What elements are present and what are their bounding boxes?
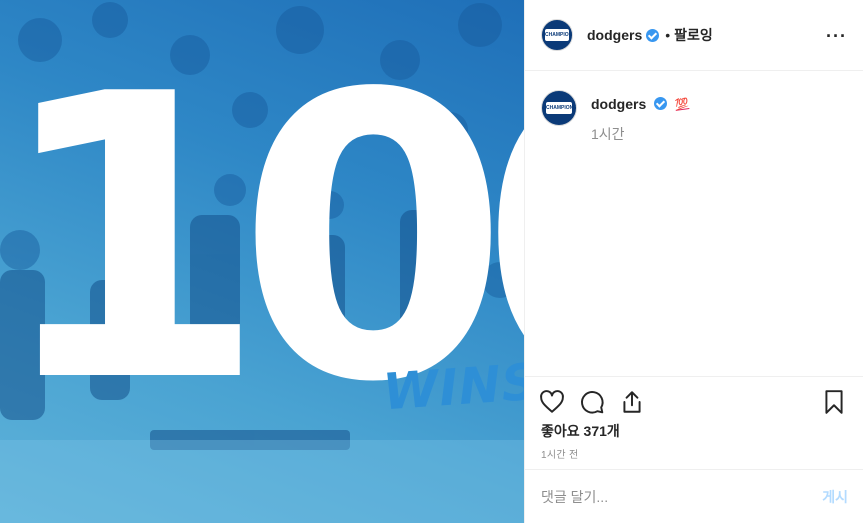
- share-icon[interactable]: [619, 389, 645, 415]
- likes-count[interactable]: 좋아요 371개: [541, 421, 620, 441]
- verified-badge-icon: [646, 28, 660, 42]
- caption-avatar[interactable]: CHAMPIONS: [541, 90, 577, 126]
- caption-row: CHAMPIONS dodgers 💯 1시간: [541, 90, 848, 144]
- header-username[interactable]: dodgers: [587, 27, 642, 43]
- separator-dot: •: [665, 27, 671, 43]
- comment-input[interactable]: [541, 488, 823, 505]
- caption-username[interactable]: dodgers: [591, 96, 646, 112]
- caption-time[interactable]: 1시간: [591, 124, 689, 144]
- avatar[interactable]: CHAMPIONS: [541, 19, 573, 51]
- add-comment-bar: 게시: [525, 469, 863, 523]
- avatar-logo-text: CHAMPIONS: [545, 29, 572, 41]
- post-timestamp[interactable]: 1시간 전: [541, 446, 578, 461]
- action-bar: [525, 376, 863, 424]
- hundred-emoji-icon: 💯: [674, 98, 690, 112]
- caption-body: dodgers 💯 1시간: [591, 90, 690, 144]
- heart-icon[interactable]: [539, 389, 565, 415]
- caption-area: CHAMPIONS dodgers 💯 1시간: [525, 72, 863, 376]
- comment-icon[interactable]: [579, 389, 605, 415]
- wins-text: WINS: [381, 352, 524, 422]
- post-header: CHAMPIONS dodgers • 팔로잉 ···: [525, 0, 863, 71]
- post-image[interactable]: 100 WINS: [0, 0, 524, 523]
- following-button[interactable]: 팔로잉: [674, 25, 713, 45]
- caption-verified-badge-icon: [654, 97, 668, 110]
- more-options-icon[interactable]: ···: [826, 26, 847, 47]
- post-comment-button[interactable]: 게시: [822, 487, 848, 507]
- bookmark-icon[interactable]: [821, 389, 847, 415]
- caption-line: dodgers 💯: [591, 96, 690, 112]
- post-side-panel: CHAMPIONS dodgers • 팔로잉 ··· CHAMPIONS do…: [524, 0, 863, 523]
- caption-avatar-logo-text: CHAMPIONS: [546, 102, 576, 114]
